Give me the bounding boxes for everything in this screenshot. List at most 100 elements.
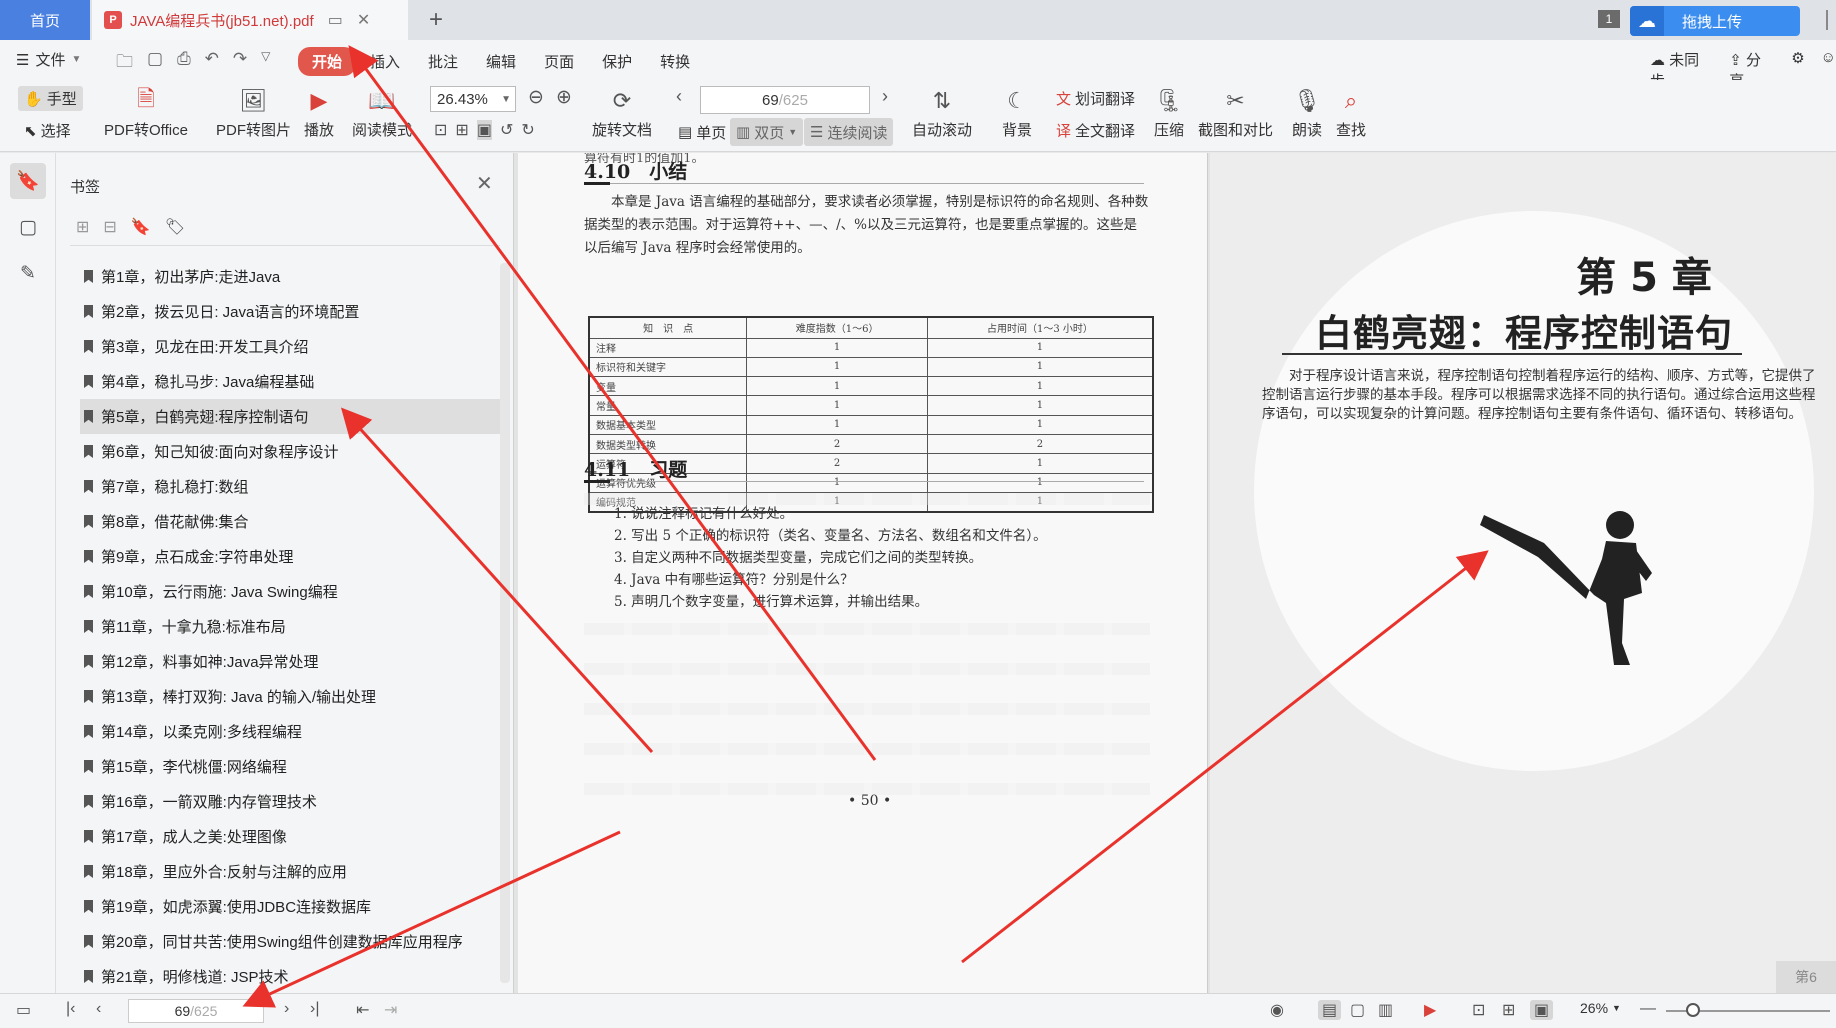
background-button[interactable]: ☾ 背景 [1002, 86, 1032, 140]
bookmark-item[interactable]: 第16章，一箭双雕:内存管理技术 [80, 784, 500, 819]
actual-size-icon[interactable]: ⊡ [1472, 1000, 1485, 1020]
file-menu[interactable]: ☰ 文件 ▼ [16, 49, 81, 70]
read-aloud-button[interactable]: 🎙 朗读 [1292, 86, 1322, 140]
zoom-input[interactable]: 26.43% ▼ [430, 86, 516, 112]
bookmark-item[interactable]: 第7章，稳扎稳打:数组 [80, 469, 500, 504]
back-icon[interactable]: ⇤ [356, 1000, 369, 1020]
customize-chevron-icon[interactable]: ▽ [261, 49, 270, 78]
screenshot-compare-button[interactable]: ✂ 截图和对比 [1198, 86, 1273, 140]
bookmark-scrollbar[interactable] [500, 263, 510, 983]
menu-edit[interactable]: 编辑 [472, 47, 530, 76]
bookmark-item[interactable]: 第6章，知己知彼:面向对象程序设计 [80, 434, 500, 469]
zoom-slider[interactable] [1666, 1003, 1830, 1017]
bookmark-item[interactable]: 第8章，借花献佛:集合 [80, 504, 500, 539]
bookmark-item[interactable]: 第15章，李代桃僵:网络编程 [80, 749, 500, 784]
document-view[interactable]: 算符有时1的值加1。 4.10 小结 本章是 Java 语言编程的基础部分，要求… [514, 153, 1836, 993]
bookmark-item[interactable]: 第1章，初出茅庐:走进Java [80, 259, 500, 294]
page-number-input[interactable]: 69/625 [700, 86, 870, 114]
bookmark-item[interactable]: 第13章，棒打双狗: Java 的输入/输出处理 [80, 679, 500, 714]
rotate-left-icon[interactable]: ↺ [500, 120, 513, 140]
bookmark-item[interactable]: 第21章，明修栈道: JSP技术 [80, 959, 500, 994]
fit-width-icon[interactable]: ▣ [1530, 1000, 1554, 1020]
play-button[interactable]: ▶ 播放 [304, 86, 334, 140]
redo-icon[interactable]: ↷ [233, 49, 247, 78]
print-icon[interactable]: ⎙ [177, 49, 191, 78]
status-page-input[interactable]: 69/625 [128, 999, 264, 1023]
bookmark-item[interactable]: 第2章，拨云见日: Java语言的环境配置 [80, 294, 500, 329]
auto-scroll-button[interactable]: ⇅ 自动滚动 [912, 86, 972, 140]
next-page-hint[interactable]: 第6 [1776, 961, 1836, 993]
save-icon[interactable]: ▢ [147, 49, 163, 78]
new-tab-button[interactable]: + [420, 4, 452, 36]
bookmark-item[interactable]: 第5章，白鹤亮翅:程序控制语句 [80, 399, 500, 434]
search-button[interactable]: ⌕ 查找 [1336, 86, 1366, 140]
bookmark-item[interactable]: 第18章，里应外合:反射与注解的应用 [80, 854, 500, 889]
undo-icon[interactable]: ↶ [205, 49, 219, 78]
fit-page-icon[interactable]: ⊞ [1502, 1000, 1515, 1020]
full-translate-button[interactable]: 译全文翻译 [1056, 120, 1135, 141]
bookmark-item[interactable]: 第19章，如虎添翼:使用JDBC连接数据库 [80, 889, 500, 924]
next-page-icon[interactable]: › [284, 1000, 289, 1018]
bookmark-item[interactable]: 第20章，同甘共苦:使用Swing组件创建数据库应用程序 [80, 924, 500, 959]
home-tab[interactable]: 首页 [0, 0, 90, 40]
bookmark-list-icon[interactable]: 🏷 [165, 217, 185, 237]
open-folder-icon[interactable]: 🗀 [116, 49, 133, 78]
next-page-icon[interactable]: › [882, 86, 888, 107]
document-tab[interactable]: P JAVA编程兵书(jb51.net).pdf ▭ ✕ [92, 0, 408, 40]
menu-start[interactable]: 开始 [298, 47, 357, 76]
menu-insert[interactable]: 插入 [356, 47, 414, 76]
sidebar-toggle-icon[interactable]: ▭ [16, 1000, 31, 1020]
prev-page-icon[interactable]: ‹ [676, 86, 682, 107]
double-page-button[interactable]: ▥ 双页 ▼ [730, 118, 804, 146]
menu-convert[interactable]: 转换 [646, 47, 704, 76]
rotate-right-icon[interactable]: ↻ [521, 120, 534, 140]
add-bookmark-icon[interactable]: 🔖 [131, 217, 151, 237]
close-tab-icon[interactable]: ✕ [357, 10, 370, 30]
bookmark-item[interactable]: 第4章，稳扎马步: Java编程基础 [80, 364, 500, 399]
bookmark-item[interactable]: 第12章，料事如神:Java异常处理 [80, 644, 500, 679]
continuous-view-icon[interactable]: ▤ [1318, 1000, 1342, 1020]
word-translate-button[interactable]: 文划词翻译 [1056, 88, 1135, 109]
select-tool[interactable]: ⬉ 选择 [24, 120, 71, 141]
compress-button[interactable]: 🗜 压缩 [1154, 86, 1184, 140]
thumbnail-panel-icon[interactable]: ▢ [10, 209, 46, 245]
double-view-icon[interactable]: ▥ [1378, 1000, 1393, 1020]
last-page-icon[interactable]: ›| [310, 1000, 319, 1018]
pin-icon[interactable]: ▭ [328, 10, 343, 30]
actual-size-icon[interactable]: ⊡ [434, 120, 447, 140]
play-icon[interactable]: ▶ [1424, 1000, 1436, 1020]
rotate-document-button[interactable]: ⟳ 旋转文档 [592, 86, 652, 140]
single-view-icon[interactable]: ▢ [1350, 1000, 1365, 1020]
hand-tool[interactable]: ✋ 手型 [18, 86, 83, 111]
expand-all-icon[interactable]: ⊞ [76, 217, 89, 237]
upload-button[interactable]: ☁ 拖拽上传 [1630, 6, 1800, 36]
bookmark-item[interactable]: 第3章，见龙在田:开发工具介绍 [80, 329, 500, 364]
pdf-to-office-button[interactable]: 🗎 PDF转Office [104, 86, 188, 140]
zoom-in-icon[interactable]: ⊕ [556, 86, 572, 109]
close-icon[interactable]: ✕ [476, 171, 493, 196]
bookmark-item[interactable]: 第11章，十拿九稳:标准布局 [80, 609, 500, 644]
fit-page-icon[interactable]: ⊞ [455, 120, 468, 140]
read-mode-button[interactable]: 📖 阅读模式 [352, 86, 412, 140]
forward-icon[interactable]: ⇥ [384, 1000, 397, 1020]
menu-protect[interactable]: 保护 [588, 47, 646, 76]
fit-width-icon[interactable]: ▣ [476, 120, 492, 140]
menu-annotate[interactable]: 批注 [414, 47, 472, 76]
annotation-panel-icon[interactable]: ✎ [10, 255, 46, 291]
bookmark-item[interactable]: 第17章，成人之美:处理图像 [80, 819, 500, 854]
first-page-icon[interactable]: |‹ [66, 1000, 75, 1018]
prev-page-icon[interactable]: ‹ [96, 1000, 101, 1018]
continuous-read-button[interactable]: ☰ 连续阅读 [804, 118, 894, 146]
eye-protect-icon[interactable]: ◉ [1270, 1000, 1284, 1020]
zoom-out-icon[interactable]: — [1640, 1000, 1656, 1018]
pdf-to-image-button[interactable]: 🖼 PDF转图片 [216, 86, 291, 140]
bookmark-item[interactable]: 第9章，点石成金:字符串处理 [80, 539, 500, 574]
menu-page[interactable]: 页面 [530, 47, 588, 76]
window-count-badge[interactable]: 1 [1598, 10, 1620, 28]
zoom-out-icon[interactable]: ⊖ [528, 86, 544, 109]
single-page-button[interactable]: ▤ 单页 [672, 118, 732, 146]
bookmark-item[interactable]: 第10章，云行雨施: Java Swing编程 [80, 574, 500, 609]
collapse-all-icon[interactable]: ⊟ [103, 217, 116, 237]
bookmark-item[interactable]: 第14章，以柔克刚:多线程编程 [80, 714, 500, 749]
bookmark-panel-icon[interactable]: 🔖 [10, 163, 46, 199]
